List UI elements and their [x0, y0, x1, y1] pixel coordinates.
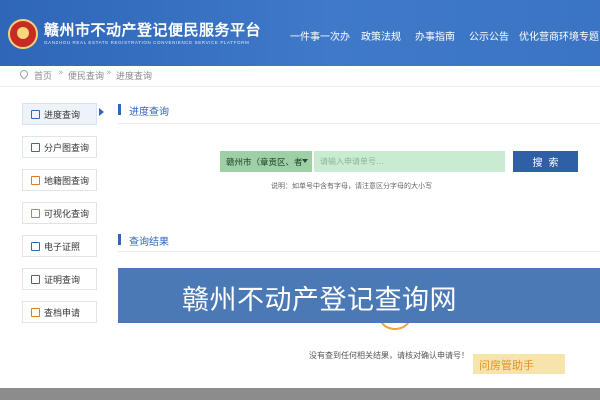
search-doc-icon	[31, 110, 40, 119]
application-number-input[interactable]	[314, 151, 505, 172]
search-hint: 说明：如单号中含有字母，请注意区分字母的大小写	[271, 182, 432, 190]
site-title: 赣州市不动产登记便民服务平台	[44, 21, 262, 39]
sidebar-item-floorplan[interactable]: 分户图查询	[22, 136, 97, 158]
sidebar-item-proof[interactable]: 证明查询	[22, 268, 97, 290]
section-marker	[118, 104, 121, 115]
sidebar-item-label: 可视化查询	[44, 210, 90, 220]
section-marker	[118, 234, 121, 245]
breadcrumb-convenience-query[interactable]: 便民查询	[68, 69, 104, 82]
sidebar-item-label: 地籍图查询	[44, 177, 90, 187]
archive-icon	[31, 308, 40, 317]
sidebar-item-label: 电子证照	[44, 243, 81, 253]
breadcrumb-separator-icon: »	[58, 68, 64, 78]
section-divider	[118, 123, 600, 124]
breadcrumb-current: 进度查询	[116, 72, 153, 82]
section-title-progress: 进度查询	[129, 107, 169, 118]
sidebar-item-label: 查档申请	[44, 309, 81, 319]
sidebar-item-progress[interactable]: 进度查询	[22, 103, 97, 125]
sidebar-item-cadastral-map[interactable]: 地籍图查询	[22, 169, 97, 191]
section-divider	[118, 251, 600, 252]
site-subtitle: GANZHOU REAL ESTATE REGISTRATION CONVENI…	[44, 40, 250, 45]
chevron-down-icon[interactable]	[302, 159, 308, 163]
proof-doc-icon	[31, 275, 40, 284]
map-icon	[31, 176, 40, 185]
floorplan-icon	[31, 143, 40, 152]
location-pin-icon	[18, 68, 30, 80]
divider	[0, 86, 600, 87]
sidebar-item-label: 进度查询	[44, 111, 81, 121]
breadcrumb-separator-icon: »	[106, 68, 112, 78]
sidebar-item-label: 证明查询	[44, 276, 81, 286]
nav-business-environment[interactable]: 优化营商环境专题	[519, 28, 599, 43]
emblem-logo-icon	[8, 19, 38, 49]
section-title-results: 查询结果	[129, 237, 169, 248]
sidebar-item-visualization[interactable]: 可视化查询	[22, 202, 97, 224]
nav-guide[interactable]: 办事指南	[415, 28, 455, 43]
breadcrumb-home[interactable]: 首页	[34, 69, 52, 82]
site-header: 赣州市不动产登记便民服务平台 GANZHOU REAL ESTATE REGIS…	[0, 0, 600, 66]
active-arrow-icon	[99, 108, 104, 116]
sidebar-item-archive[interactable]: 查档申请	[22, 301, 97, 323]
nav-one-stop[interactable]: 一件事一次办	[290, 28, 350, 43]
chart-icon	[31, 209, 40, 218]
sidebar-item-label: 分户图查询	[44, 144, 90, 154]
overlay-banner-text: 赣州不动产登记查询网	[182, 285, 457, 316]
watermark: 问房管助手	[473, 354, 565, 374]
search-button[interactable]: 搜索	[513, 151, 578, 172]
certificate-icon	[31, 242, 40, 251]
nav-announcements[interactable]: 公示公告	[469, 28, 509, 43]
sidebar-item-e-certificate[interactable]: 电子证照	[22, 235, 97, 257]
footer-bar	[0, 388, 600, 400]
nav-policies[interactable]: 政策法规	[361, 28, 401, 43]
region-select[interactable]: 赣州市（章贡区、者	[220, 151, 312, 172]
no-result-message: 没有查到任何相关结果，请核对确认申请号！	[309, 351, 469, 360]
